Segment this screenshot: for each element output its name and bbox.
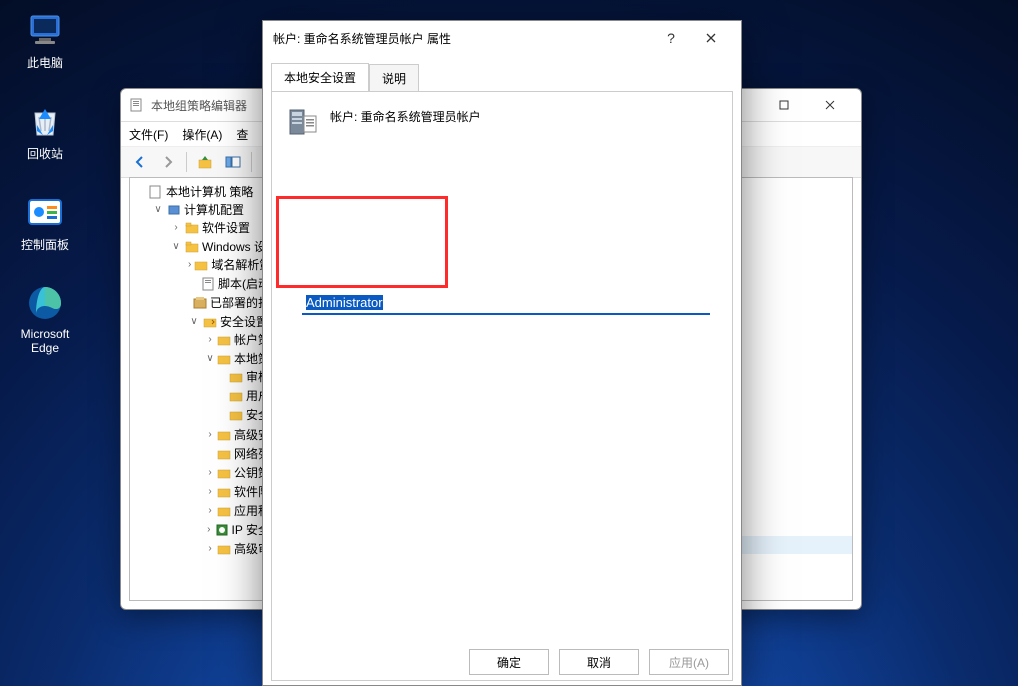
desktop-icon-label: 控制面板 bbox=[21, 236, 69, 253]
close-button[interactable] bbox=[691, 24, 731, 52]
maximize-button[interactable] bbox=[761, 91, 807, 119]
policy-name: 帐户: 重命名系统管理员帐户 bbox=[330, 106, 481, 125]
gpedit-icon bbox=[129, 97, 145, 113]
tree-deployed[interactable]: 已部署的打 bbox=[210, 294, 270, 311]
gpedit-tree[interactable]: 本地计算机 策略 ∨计算机配置 ›软件设置 ∨Windows 设 ›域名解析策 … bbox=[130, 178, 271, 600]
tree-root[interactable]: 本地计算机 策略 bbox=[166, 183, 253, 200]
desktop-icon-recycle[interactable]: 回收站 bbox=[10, 101, 80, 162]
tab-local-security[interactable]: 本地安全设置 bbox=[271, 63, 369, 92]
desktop-icon-edge[interactable]: Microsoft Edge bbox=[10, 283, 80, 355]
forward-button[interactable] bbox=[155, 149, 181, 175]
properties-dialog: 帐户: 重命名系统管理员帐户 属性 ? 本地安全设置 说明 帐户: 重命名系统管… bbox=[262, 20, 742, 686]
cancel-button[interactable]: 取消 bbox=[559, 649, 639, 675]
show-hide-button[interactable] bbox=[220, 149, 246, 175]
admin-name-field bbox=[302, 292, 702, 315]
edge-icon bbox=[25, 283, 65, 323]
help-button[interactable]: ? bbox=[651, 24, 691, 52]
desktop-icon-label: Microsoft Edge bbox=[10, 327, 80, 355]
dialog-buttons: 确定 取消 应用(A) bbox=[469, 649, 729, 675]
ok-button[interactable]: 确定 bbox=[469, 649, 549, 675]
pc-icon bbox=[25, 10, 65, 50]
menu-action[interactable]: 操作(A) bbox=[182, 126, 222, 143]
desktop-icon-label: 回收站 bbox=[27, 145, 63, 162]
tree-software[interactable]: 软件设置 bbox=[202, 219, 250, 236]
menu-view[interactable]: 查 bbox=[236, 126, 248, 143]
desktop-icon-cpanel[interactable]: 控制面板 bbox=[10, 192, 80, 253]
desktop-icon-label: 此电脑 bbox=[27, 54, 63, 71]
up-button[interactable] bbox=[192, 149, 218, 175]
menu-file[interactable]: 文件(F) bbox=[129, 126, 168, 143]
tab-explain[interactable]: 说明 bbox=[369, 64, 419, 92]
cpanel-icon bbox=[25, 192, 65, 232]
recycle-icon bbox=[25, 101, 65, 141]
apply-button[interactable]: 应用(A) bbox=[649, 649, 729, 675]
policy-icon bbox=[286, 106, 318, 138]
back-button[interactable] bbox=[127, 149, 153, 175]
dialog-tabpage: 帐户: 重命名系统管理员帐户 bbox=[271, 91, 733, 681]
tree-computer[interactable]: 计算机配置 bbox=[184, 201, 244, 218]
tree-security[interactable]: 安全设置 bbox=[220, 313, 268, 330]
close-button[interactable] bbox=[807, 91, 853, 119]
tree-windows[interactable]: Windows 设 bbox=[202, 238, 266, 255]
dialog-titlebar[interactable]: 帐户: 重命名系统管理员帐户 属性 ? bbox=[263, 21, 741, 55]
admin-name-input[interactable] bbox=[302, 292, 710, 315]
desktop-icon-pc[interactable]: 此电脑 bbox=[10, 10, 80, 71]
dialog-tabs: 本地安全设置 说明 bbox=[263, 55, 741, 91]
dialog-title: 帐户: 重命名系统管理员帐户 属性 bbox=[273, 30, 651, 47]
desktop-icons: 此电脑 回收站 控制面板 Microsoft Edge bbox=[10, 10, 80, 355]
